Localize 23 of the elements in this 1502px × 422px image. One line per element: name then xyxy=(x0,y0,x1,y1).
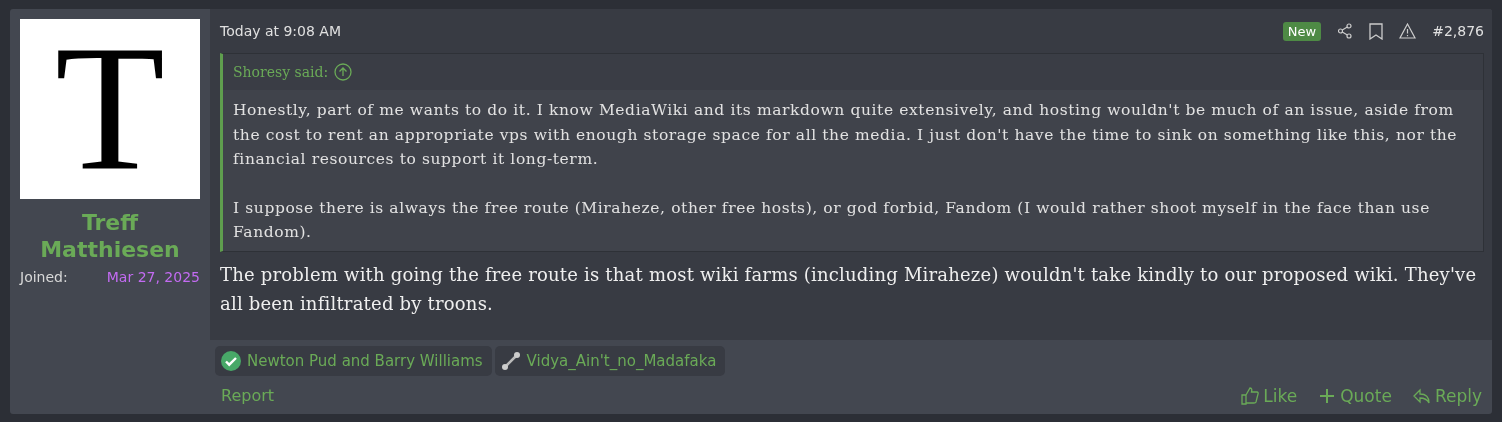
post-text: The problem with going the free route is that most wiki farms (including Miraheze) wouldn't take kindly to our proposed wiki. They've all been infiltrated by troons. xyxy=(220,262,1478,316)
quote-text: Honestly, part of me wants to do it. I know MediaWiki and its markdown quite extensively, and hosting wouldn't be much of an issue, aside from the cost to rent an appropriate vps with enough storage space for all the media. I just don't have the time to sink on something like this, nor the financial resources to support it long-term. xyxy=(233,100,1459,170)
post-time[interactable]: Today at 9:08 AM xyxy=(220,23,1283,39)
quote-text: I suppose there is always the free route (Miraheze, other free hosts), or god forbid, Fandom (I would rather shoot myself in the face than use Fandom). xyxy=(233,197,1431,243)
bone-icon xyxy=(500,350,521,371)
check-icon xyxy=(221,350,241,371)
like-link[interactable]: Like xyxy=(1240,385,1298,406)
share-icon[interactable] xyxy=(1337,23,1354,39)
reaction-summary[interactable]: Newton Pud and Barry Williams xyxy=(215,345,492,376)
thumbs-up-icon xyxy=(1240,385,1261,406)
joined-date: Mar 27, 2025 xyxy=(106,269,200,285)
avatar[interactable]: T xyxy=(20,19,200,199)
quote-author[interactable]: Shoresy said: xyxy=(233,64,329,80)
warning-icon[interactable] xyxy=(1399,23,1417,39)
post-number[interactable]: #2,876 xyxy=(1432,23,1484,39)
quote-link[interactable]: Quote xyxy=(1317,385,1392,406)
report-link[interactable]: Report xyxy=(215,386,1221,405)
joined-label: Joined: xyxy=(20,269,68,285)
reaction-summary[interactable]: Vidya_Ain't_no_Madafaka xyxy=(494,345,726,376)
new-badge: New xyxy=(1282,21,1322,41)
username[interactable]: Treff Matthiesen xyxy=(10,209,210,263)
bookmark-icon[interactable] xyxy=(1369,22,1384,40)
reply-link[interactable]: Reply xyxy=(1411,385,1482,406)
